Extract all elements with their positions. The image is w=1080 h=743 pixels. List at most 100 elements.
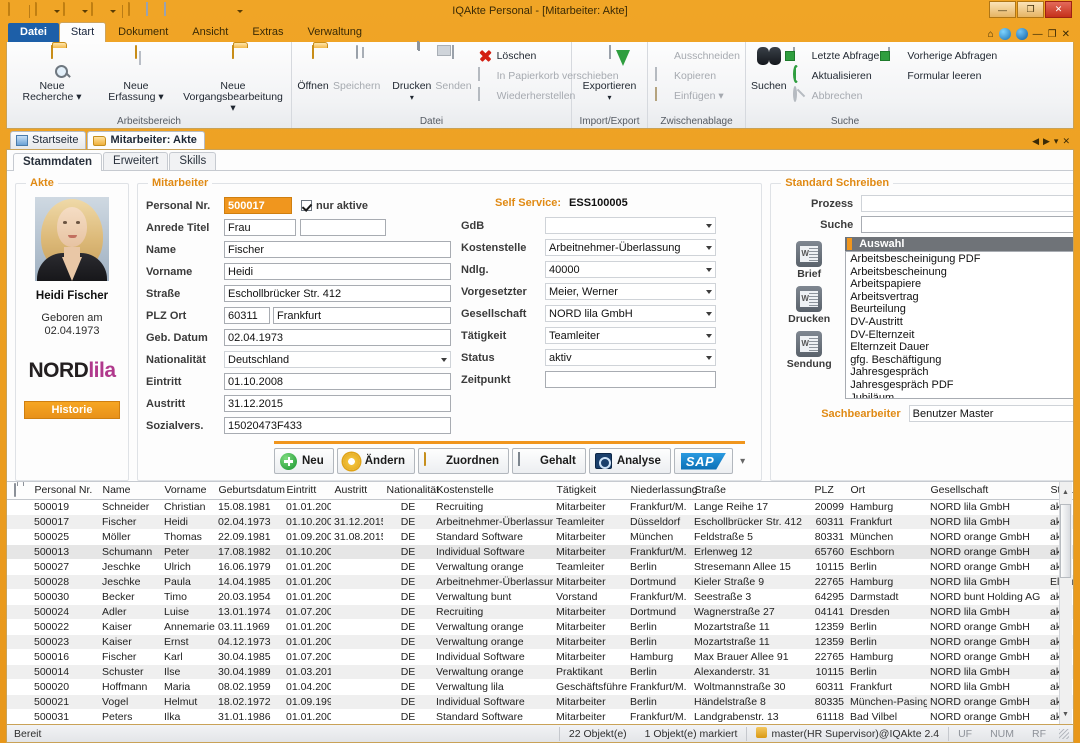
gdb-select[interactable] bbox=[545, 217, 716, 234]
eintritt-input[interactable]: 01.10.2008 bbox=[224, 373, 451, 390]
close-icon[interactable]: ✕ bbox=[1062, 29, 1070, 40]
quick-access-toolbar[interactable] bbox=[6, 2, 244, 19]
chevron-down-icon[interactable] bbox=[706, 334, 712, 338]
doc-icon[interactable] bbox=[146, 2, 162, 19]
neue-erfassung-button[interactable]: Neue Erfassung ▾ bbox=[95, 45, 177, 105]
personal-nr-input[interactable]: 500017 bbox=[224, 197, 292, 214]
table-row[interactable]: 500031 Peters Ilka 31.01.1986 01.01.2006 DE St… bbox=[7, 709, 1073, 724]
prozess-select[interactable] bbox=[861, 195, 1073, 212]
ort-input[interactable]: Frankfurt bbox=[273, 307, 451, 324]
maximize-button[interactable]: ❐ bbox=[1017, 1, 1044, 18]
chevron-down-icon[interactable] bbox=[706, 290, 712, 294]
list-item[interactable]: DV-Austritt bbox=[850, 316, 1073, 329]
list-item[interactable]: Jubiläum bbox=[850, 392, 1073, 398]
plz-input[interactable]: 60311 bbox=[224, 307, 270, 324]
col-plz[interactable]: PLZ bbox=[811, 482, 847, 500]
home-icon[interactable]: ⌂ bbox=[988, 29, 994, 40]
tab-dokument[interactable]: Dokument bbox=[106, 22, 180, 42]
aktualisieren-button[interactable]: Aktualisieren bbox=[790, 65, 884, 85]
undo-icon[interactable] bbox=[35, 2, 51, 19]
vorherige-abfragen-button[interactable]: Vorherige Abfragen bbox=[885, 47, 1001, 65]
next-tab-icon[interactable]: ▶ bbox=[1043, 136, 1050, 147]
col-geburtsdatum[interactable]: Geburtsdatum bbox=[215, 482, 285, 500]
minimize-button[interactable]: — bbox=[989, 1, 1016, 18]
zeitpunkt-input[interactable] bbox=[545, 371, 716, 388]
chevron-down-icon[interactable] bbox=[237, 9, 243, 13]
pen2-icon[interactable] bbox=[218, 3, 234, 19]
nur-aktive-checkbox[interactable]: nur aktive bbox=[301, 200, 368, 212]
sozialvers-input[interactable]: 15020473F433 bbox=[224, 417, 451, 434]
col-name[interactable]: Name bbox=[99, 482, 161, 500]
col-strasse[interactable]: Straße bbox=[691, 482, 811, 500]
chevron-down-icon[interactable] bbox=[441, 358, 447, 362]
doctab-nav[interactable]: ◀ ▶ ▾ ✕ bbox=[1032, 136, 1070, 147]
tab-list-icon[interactable]: ▾ bbox=[1054, 136, 1059, 147]
ndlg-select[interactable]: 40000 bbox=[545, 261, 716, 278]
prev-tab-icon[interactable]: ◀ bbox=[1032, 136, 1039, 147]
table-row[interactable]: 500025 Möller Thomas 22.09.1981 01.09.200031… bbox=[7, 529, 1073, 544]
ausschneiden-button[interactable]: Ausschneiden bbox=[652, 47, 744, 65]
table-row[interactable]: 500017FischerHeidi02.04.197301.10.200831… bbox=[7, 514, 1073, 529]
nationalitaet-select[interactable]: Deutschland bbox=[224, 351, 451, 368]
doctab-startseite[interactable]: Startseite bbox=[10, 131, 87, 149]
austritt-input[interactable]: 31.12.2015 bbox=[224, 395, 451, 412]
list-item[interactable]: Jahresgespräch PDF bbox=[850, 379, 1073, 392]
col-nationalitaet[interactable]: Nationalität bbox=[383, 482, 439, 500]
chevron-down-icon[interactable] bbox=[706, 356, 712, 360]
table-row[interactable]: 500021VogelHelmut18.02.197201.09.1998 DEI… bbox=[7, 694, 1073, 709]
sachbearbeiter-select[interactable]: Benutzer Master bbox=[908, 405, 1073, 422]
tab-skills[interactable]: Skills bbox=[169, 152, 217, 170]
stammdaten-tab-strip[interactable]: Stammdaten Erweitert Skills bbox=[7, 150, 1073, 171]
table-row[interactable]: 500019 Schneider Christian 15.08.1981 01.01.… bbox=[7, 499, 1073, 514]
ribbon-help-icons[interactable]: ⌂ — ❐ ✕ bbox=[988, 28, 1070, 40]
auswahl-listbox[interactable]: Arbeitsbescheinigung PDF Arbeitsbeschein… bbox=[845, 251, 1073, 399]
kopieren-button[interactable]: Kopieren bbox=[652, 67, 744, 85]
name-input[interactable]: Fischer bbox=[224, 241, 451, 258]
pdf-icon[interactable] bbox=[164, 2, 180, 19]
table-row[interactable]: 500022 Kaiser Annemarie03.11.1969 01.01.200… bbox=[7, 619, 1073, 634]
speichern-button[interactable]: Speichern bbox=[332, 45, 381, 94]
kostenstelle-select[interactable]: Arbeitnehmer-Überlassung bbox=[545, 239, 716, 256]
list-item[interactable]: DV-Elternzeit bbox=[850, 329, 1073, 342]
info-icon[interactable] bbox=[1015, 28, 1028, 40]
titel-input[interactable] bbox=[300, 219, 386, 236]
close-button[interactable]: ✕ bbox=[1045, 1, 1072, 18]
table-row[interactable]: 500024AdlerLuise13.01.197401.07.2005 DERe… bbox=[7, 604, 1073, 619]
col-taetigkeit[interactable]: Tätigkeit bbox=[553, 482, 627, 500]
open-icon[interactable] bbox=[91, 2, 107, 19]
chevron-down-icon[interactable] bbox=[706, 312, 712, 316]
checkbox-icon[interactable] bbox=[301, 200, 312, 211]
list-item[interactable]: Arbeitsbescheinung bbox=[850, 266, 1073, 279]
oeffnen-button[interactable]: Öffnen bbox=[296, 45, 330, 94]
table-row[interactable]: 500027 Jeschke Ulrich 16.06.1979 01.01.2003 D… bbox=[7, 559, 1073, 574]
table-row[interactable]: 500013SchumannPeter17.08.198201.10.2007 D… bbox=[7, 544, 1073, 559]
print-icon[interactable] bbox=[63, 2, 79, 19]
formular-leeren-button[interactable]: Formular leeren bbox=[885, 67, 1001, 85]
drucken-button[interactable]: Drucken bbox=[788, 286, 830, 325]
chevron-down-icon[interactable] bbox=[706, 224, 712, 228]
list-item[interactable]: Arbeitsvertrag bbox=[850, 291, 1073, 304]
tab-stammdaten[interactable]: Stammdaten bbox=[13, 153, 103, 171]
scrollbar-thumb[interactable] bbox=[1060, 504, 1071, 578]
chevron-down-icon[interactable] bbox=[82, 9, 88, 13]
brief-button[interactable]: Brief bbox=[796, 241, 823, 280]
col-gesellschaft[interactable]: Gesellschaft bbox=[927, 482, 1047, 500]
exportieren-button[interactable]: Exportieren ▾ bbox=[576, 45, 643, 105]
tab-verwaltung[interactable]: Verwaltung bbox=[296, 22, 374, 42]
col-austritt[interactable]: Austritt bbox=[331, 482, 383, 500]
vorname-input[interactable]: Heidi bbox=[224, 263, 451, 280]
historie-button[interactable]: Historie bbox=[24, 401, 120, 419]
chevron-down-icon[interactable] bbox=[54, 9, 60, 13]
sap-button[interactable]: SAP bbox=[673, 448, 734, 474]
aendern-button[interactable]: Ändern bbox=[336, 448, 415, 474]
globe-icon[interactable] bbox=[998, 28, 1011, 40]
col-ort[interactable]: Ort bbox=[847, 482, 927, 500]
tab-start[interactable]: Start bbox=[58, 22, 107, 42]
auswahl-items[interactable]: Arbeitsbescheinigung PDF Arbeitsbeschein… bbox=[846, 252, 1073, 398]
scroll-up-icon[interactable]: ▲ bbox=[1060, 487, 1071, 498]
chevron-down-icon[interactable]: ▾ bbox=[740, 456, 745, 467]
list-item[interactable]: Arbeitspapiere bbox=[850, 278, 1073, 291]
tab-extras[interactable]: Extras bbox=[240, 22, 295, 42]
vorgesetzter-select[interactable]: Meier, Werner bbox=[545, 283, 716, 300]
table-row[interactable]: 500014SchusterIlse30.04.198901.03.2011 DE… bbox=[7, 664, 1073, 679]
